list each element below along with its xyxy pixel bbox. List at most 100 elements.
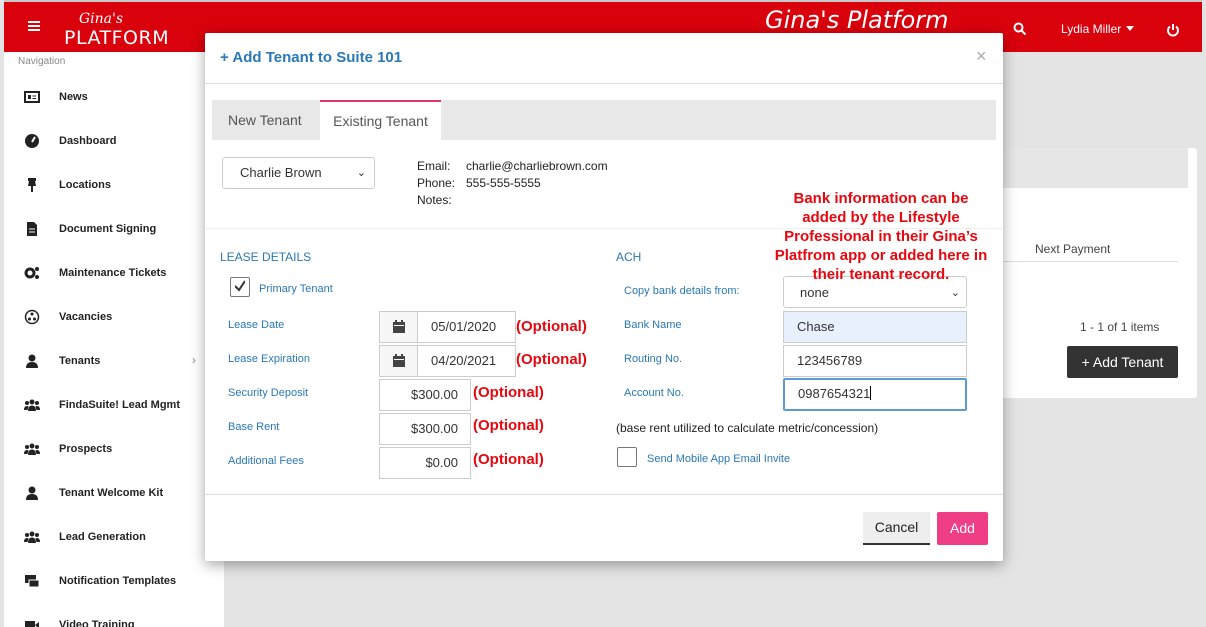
sidebar-item-label: Dashboard [59, 135, 117, 147]
sidebar-item-label: News [59, 91, 88, 103]
lease-date-label: Lease Date [228, 319, 285, 331]
sidebar-item-tenant-welcome-kit[interactable]: Tenant Welcome Kit [4, 481, 224, 505]
sidebar-item-label: Locations [59, 179, 111, 191]
notes-label: Notes: [417, 193, 452, 207]
add-tenant-button[interactable]: + Add Tenant [1067, 346, 1178, 378]
modal-title: + Add Tenant to Suite 101 [220, 49, 403, 66]
user-menu[interactable]: Lydia Miller [1061, 22, 1135, 36]
close-icon[interactable]: × [976, 46, 987, 67]
navigation-title: Navigation [18, 56, 66, 67]
add-tenant-modal: + Add Tenant to Suite 101 × New Tenant E… [205, 33, 1003, 561]
sidebar-item-label: Lead Generation [59, 531, 146, 543]
document-icon [27, 222, 37, 236]
sidebar: Navigation News Dashboard Locations Docu… [4, 52, 224, 627]
optional-note: (Optional) [473, 384, 544, 401]
text-cursor [870, 386, 872, 400]
power-icon[interactable] [1166, 23, 1180, 37]
optional-note: (Optional) [473, 451, 544, 468]
sidebar-item-news[interactable]: News [4, 85, 224, 109]
phone-value: 555-555-5555 [466, 176, 541, 190]
calendar-button[interactable] [379, 345, 418, 377]
hamburger-menu-icon[interactable] [28, 21, 40, 31]
lease-date-input[interactable]: 05/01/2020 [417, 311, 516, 343]
sidebar-item-label: Video Training [59, 619, 135, 627]
sidebar-item-vacancies[interactable]: Vacancies [4, 305, 224, 329]
email-label: Email: [417, 159, 451, 173]
sidebar-item-label: Maintenance Tickets [59, 267, 167, 279]
divider [205, 83, 1003, 84]
sidebar-item-label: Tenants [59, 355, 101, 367]
sidebar-item-dashboard[interactable]: Dashboard [4, 129, 224, 153]
sidebar-item-prospects[interactable]: Prospects [4, 437, 224, 461]
check-icon [235, 280, 245, 292]
primary-tenant-label: Primary Tenant [259, 283, 333, 295]
sidebar-item-findasuite[interactable]: FindaSuite! Lead Mgmt [4, 393, 224, 417]
bank-name-input[interactable]: Chase [783, 311, 967, 343]
tenant-select-value: Charlie Brown [240, 165, 322, 180]
notes-row: Notes: [417, 193, 466, 207]
add-button[interactable]: Add [937, 512, 988, 545]
divider [1000, 261, 1178, 262]
user-icon [26, 486, 38, 500]
account-number-input[interactable]: 0987654321 [783, 378, 967, 411]
tab-new-tenant[interactable]: New Tenant [228, 100, 302, 140]
base-rent-label: Base Rent [228, 421, 280, 433]
logo-script: Gina's [79, 11, 124, 27]
pin-icon [28, 178, 36, 192]
tenant-select[interactable]: Charlie Brown ⌄ [222, 157, 375, 189]
circle-dots-icon [24, 309, 40, 325]
send-invite-checkbox[interactable] [617, 447, 637, 467]
send-invite-label: Send Mobile App Email Invite [647, 453, 791, 465]
sidebar-item-label: Notification Templates [59, 575, 177, 587]
sidebar-item-label: Prospects [59, 443, 113, 455]
card-header-strip [1000, 148, 1188, 188]
security-deposit-input[interactable]: $300.00 [379, 379, 471, 411]
sidebar-item-label: Vacancies [59, 311, 113, 323]
sidebar-item-notification-templates[interactable]: Notification Templates [4, 569, 224, 593]
calendar-button[interactable] [379, 311, 418, 343]
user-name: Lydia Miller [1061, 22, 1122, 36]
bank-name-label: Bank Name [624, 319, 682, 331]
newspaper-icon [24, 91, 40, 103]
chevron-down-icon: ⌄ [356, 167, 366, 179]
sidebar-item-tenants[interactable]: Tenants › [4, 349, 224, 373]
templates-icon [25, 575, 40, 588]
users-icon [24, 531, 40, 543]
routing-number-label: Routing No. [624, 353, 683, 365]
search-icon[interactable] [1013, 22, 1027, 36]
copy-bank-label: Copy bank details from: [624, 285, 740, 297]
optional-note: (Optional) [473, 417, 544, 434]
sidebar-item-document-signing[interactable]: Document Signing [4, 217, 224, 241]
phone-label: Phone: [417, 176, 456, 190]
lease-expiration-label: Lease Expiration [228, 353, 310, 365]
email-row: Email: charlie@charliebrown.com [417, 159, 608, 173]
sidebar-item-label: Tenant Welcome Kit [59, 487, 164, 499]
gauge-icon [25, 134, 39, 148]
sidebar-item-label: Document Signing [59, 223, 157, 235]
copy-bank-value: none [800, 285, 829, 300]
divider [205, 494, 1003, 495]
column-header-next-payment[interactable]: Next Payment [1035, 242, 1110, 256]
items-count: 1 - 1 of 1 items [1080, 320, 1160, 334]
sidebar-item-video-training[interactable]: Video Training [4, 613, 224, 627]
calendar-icon [393, 354, 405, 367]
video-icon [25, 621, 39, 627]
base-rent-input[interactable]: $300.00 [379, 413, 471, 445]
base-rent-note: (base rent utilized to calculate metric/… [616, 421, 879, 435]
cancel-button[interactable]: Cancel [863, 512, 930, 545]
routing-number-input[interactable]: 123456789 [783, 345, 967, 377]
logo[interactable]: PLATFORM [64, 27, 169, 49]
primary-tenant-checkbox[interactable] [230, 277, 250, 297]
tab-existing-tenant[interactable]: Existing Tenant [320, 100, 441, 140]
sidebar-item-maintenance-tickets[interactable]: Maintenance Tickets [4, 261, 224, 285]
sidebar-item-lead-generation[interactable]: Lead Generation [4, 525, 224, 549]
sidebar-item-label: FindaSuite! Lead Mgmt [59, 399, 180, 411]
optional-note: (Optional) [516, 351, 587, 368]
users-icon [24, 399, 40, 411]
account-number-value: 0987654321 [798, 386, 871, 401]
tab-bar: New Tenant Existing Tenant [212, 100, 996, 140]
additional-fees-input[interactable]: $0.00 [379, 447, 471, 479]
sidebar-item-locations[interactable]: Locations [4, 173, 224, 197]
lease-expiration-input[interactable]: 04/20/2021 [417, 345, 516, 377]
calendar-icon [393, 320, 405, 333]
